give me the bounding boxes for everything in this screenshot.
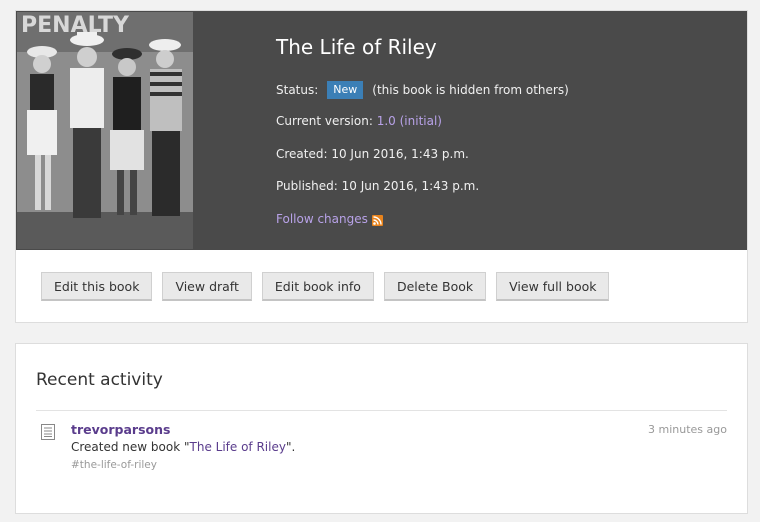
- edit-book-info-button[interactable]: Edit book info: [261, 272, 374, 301]
- edit-book-button[interactable]: Edit this book: [41, 272, 153, 301]
- divider: [36, 410, 727, 411]
- activity-tag-link[interactable]: #the-life-of-riley: [71, 459, 157, 471]
- activity-text-before: Created new book ": [71, 440, 190, 454]
- status-label: Status:: [276, 83, 319, 97]
- status-row: Status: New (this book is hidden from ot…: [276, 81, 569, 99]
- created-date: Created: 10 Jun 2016, 1:43 p.m.: [276, 147, 469, 161]
- status-badge: New: [327, 81, 364, 99]
- view-full-book-button[interactable]: View full book: [496, 272, 610, 301]
- book-panel: PENALTY The Life of Riley Status: New (t…: [15, 10, 748, 323]
- recent-activity-panel: Recent activity trevorparsons 3 minutes …: [15, 343, 748, 514]
- follow-changes-label[interactable]: Follow changes: [276, 212, 368, 226]
- activity-book-link[interactable]: The Life of Riley: [190, 440, 286, 454]
- activity-time: 3 minutes ago: [648, 423, 727, 436]
- delete-book-button[interactable]: Delete Book: [383, 272, 487, 301]
- document-icon: [41, 424, 55, 440]
- book-actions-toolbar: Edit this book View draft Edit book info…: [41, 272, 619, 301]
- follow-changes-link[interactable]: Follow changes: [276, 212, 383, 226]
- activity-text-after: ".: [285, 440, 296, 454]
- cover-text: PENALTY: [21, 13, 130, 38]
- view-draft-button[interactable]: View draft: [162, 272, 252, 301]
- book-cover-image: PENALTY: [17, 12, 193, 249]
- version-link[interactable]: 1.0 (initial): [377, 114, 442, 128]
- book-header: PENALTY The Life of Riley Status: New (t…: [16, 11, 747, 250]
- activity-description: Created new book "The Life of Riley".: [71, 440, 295, 454]
- book-title: The Life of Riley: [276, 35, 437, 59]
- status-note: (this book is hidden from others): [372, 83, 569, 97]
- version-label: Current version:: [276, 114, 373, 128]
- published-date: Published: 10 Jun 2016, 1:43 p.m.: [276, 179, 480, 193]
- recent-activity-title: Recent activity: [36, 370, 163, 390]
- activity-user-link[interactable]: trevorparsons: [71, 422, 170, 437]
- version-row: Current version: 1.0 (initial): [276, 114, 442, 128]
- rss-icon[interactable]: [371, 215, 383, 226]
